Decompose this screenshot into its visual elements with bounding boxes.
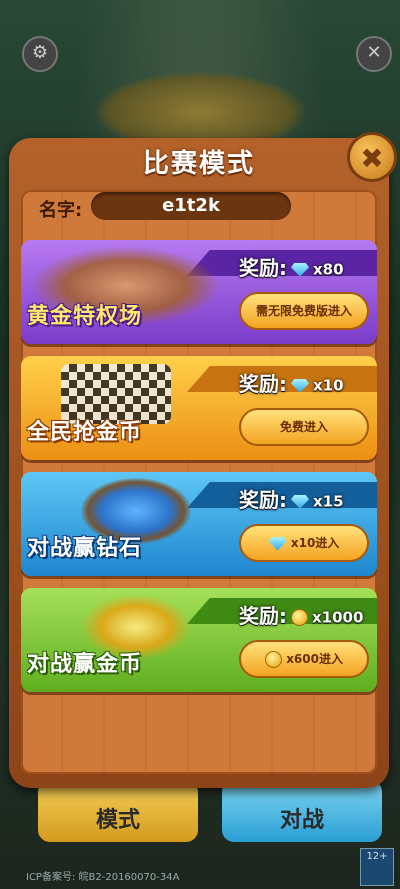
- reward-label: 奖励: x1000: [239, 604, 364, 628]
- diamond-icon: [269, 537, 287, 551]
- bottom-left-label: 模式: [95, 808, 140, 833]
- coin-icon: [291, 609, 308, 626]
- diamond-icon: [291, 495, 309, 509]
- bottom-right-battle-button[interactable]: 对战: [222, 780, 382, 842]
- name-label: 名字:: [39, 200, 83, 221]
- reward-amount: x80: [313, 260, 344, 279]
- panel-title: 比赛模式: [142, 149, 255, 179]
- mode-title: 黄金特权场: [27, 304, 143, 329]
- mode-card-grab-coins[interactable]: 全民抢金币 奖励: x10 免费进入: [21, 356, 377, 460]
- top-close-icon[interactable]: ✕: [356, 36, 392, 72]
- mode-card-gold-privilege[interactable]: 黄金特权场 奖励: x80 需无限免费版进入: [21, 240, 377, 344]
- settings-gear-icon[interactable]: ⚙: [22, 36, 58, 72]
- enter-button[interactable]: x10进入: [239, 524, 369, 562]
- enter-button[interactable]: 免费进入: [239, 408, 369, 446]
- mode-title: 全民抢金币: [27, 420, 143, 445]
- reward-amount: x1000: [312, 608, 364, 627]
- bottom-right-label: 对战: [279, 808, 324, 833]
- enter-button-label: x10进入: [290, 536, 340, 550]
- mode-card-battle-diamonds[interactable]: 对战赢钻石 奖励: x15 x10进入: [21, 472, 377, 576]
- name-field: e1t2k: [91, 192, 291, 220]
- enter-button[interactable]: 需无限免费版进入: [239, 292, 369, 330]
- reward-amount: x10: [313, 376, 344, 395]
- enter-button[interactable]: x600进入: [239, 640, 369, 678]
- reward-amount: x15: [313, 492, 344, 511]
- reward-label: 奖励: x10: [239, 372, 344, 396]
- bottom-left-mode-button[interactable]: 模式: [38, 780, 198, 842]
- reward-label: 奖励: x15: [239, 488, 344, 512]
- mode-title: 对战赢钻石: [27, 536, 143, 561]
- mode-title: 对战赢金币: [27, 652, 143, 677]
- match-mode-panel: 比赛模式 ✖ 名字: e1t2k 黄金特权场 奖励: x80 需无限免费版进入 全…: [9, 132, 397, 788]
- diamond-icon: [291, 263, 309, 277]
- enter-button-label: 免费进入: [279, 420, 328, 434]
- diamond-icon: [291, 379, 309, 393]
- coin-icon: [265, 651, 282, 668]
- enter-button-label: 需无限免费版进入: [255, 304, 352, 318]
- close-icon[interactable]: ✖: [347, 132, 397, 182]
- age-rating-badge: 12+: [360, 848, 394, 886]
- mode-card-battle-coins[interactable]: 对战赢金币 奖励: x1000 x600进入: [21, 588, 377, 692]
- enter-button-label: x600进入: [286, 652, 343, 666]
- icp-text: ICP备案号: 皖B2-20160070-34A: [26, 872, 180, 883]
- reward-label: 奖励: x80: [239, 256, 344, 280]
